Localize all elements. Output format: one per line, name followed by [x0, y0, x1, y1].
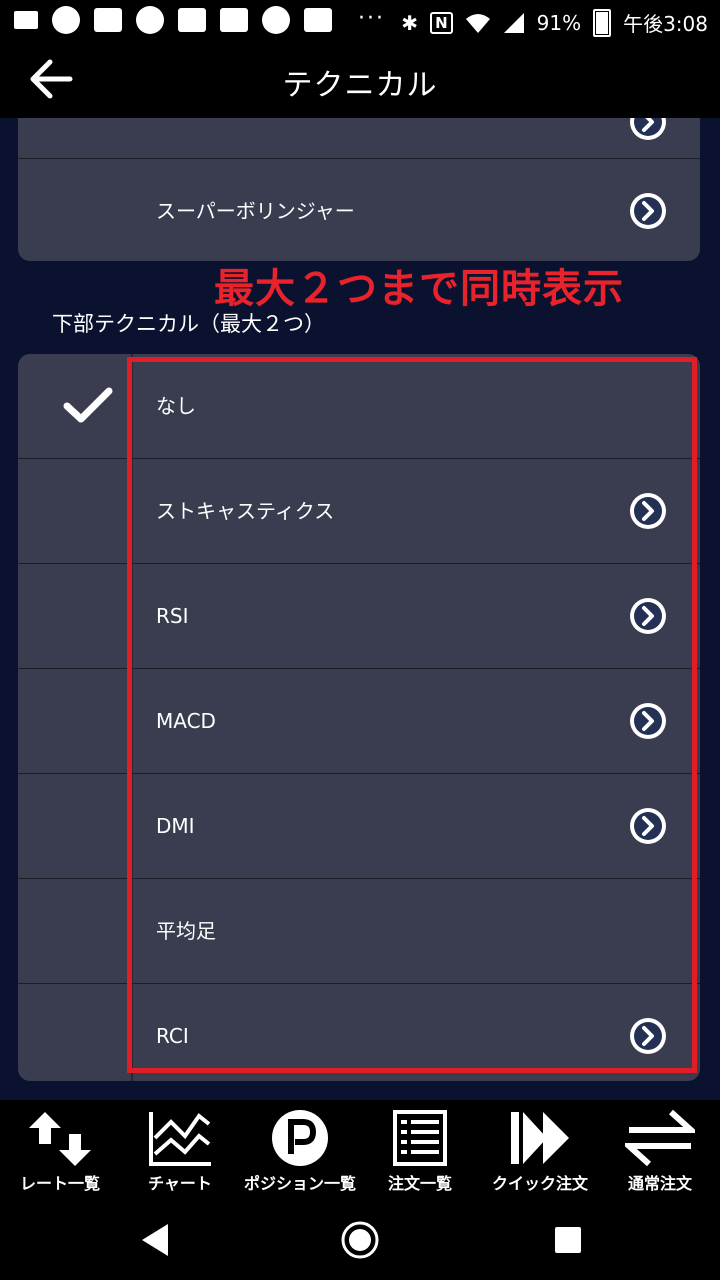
order-list-icon [393, 1110, 447, 1166]
list-item-label: MACD [156, 709, 216, 733]
nav-recents-icon[interactable] [555, 1227, 581, 1253]
chart-icon [149, 1112, 211, 1166]
tab-normal-order[interactable]: 通常注文 [600, 1100, 720, 1200]
list-item-rci[interactable]: RCI [18, 984, 700, 1081]
notification-icons [14, 6, 332, 34]
chevron-right-icon[interactable] [628, 491, 668, 531]
battery-percent: 91% [536, 10, 582, 35]
notification-icon [136, 6, 164, 34]
list-item-stochastics[interactable]: ストキャスティクス [18, 459, 700, 564]
tab-label: レート一覧 [19, 1174, 100, 1193]
system-nav-bar [0, 1200, 720, 1280]
tab-rate-list[interactable]: レート一覧 [0, 1100, 120, 1200]
lower-technical-card: なし ストキャスティクス RSI MACD DMI 平均足 RCI [18, 354, 700, 1081]
tab-label: チャート [148, 1174, 212, 1193]
list-item-label: スーパーボリンジャー [156, 199, 355, 223]
checkmark-icon [63, 387, 113, 423]
tab-position-list[interactable]: ポジション一覧 [240, 1100, 360, 1200]
gmail-icon [220, 8, 248, 32]
signal-icon [503, 12, 524, 33]
chevron-right-icon[interactable] [628, 596, 668, 636]
position-p-icon [272, 1110, 328, 1166]
notification-icon [94, 8, 122, 32]
app-bar: テクニカル [0, 40, 720, 118]
list-item-rsi[interactable]: RSI [18, 564, 700, 669]
list-item-label: 平均足 [156, 919, 216, 943]
clock: 午後3:08 [623, 12, 708, 36]
tab-label: 通常注文 [627, 1174, 692, 1193]
list-item-label: ストキャスティクス [156, 499, 335, 523]
upper-technical-card: スーパーボリンジャー [18, 118, 700, 261]
list-item-label: なし [156, 394, 196, 418]
tab-quick-order[interactable]: クイック注文 [480, 1100, 600, 1200]
nav-back-icon[interactable] [140, 1222, 170, 1258]
bluetooth-icon: ✱ [401, 10, 419, 35]
technical-settings-list[interactable]: スーパーボリンジャー 最大２つまで同時表示 下部テクニカル（最大２つ） なし ス… [0, 118, 720, 1100]
swap-icon [625, 1109, 695, 1167]
list-item-heikin-ashi[interactable]: 平均足 [18, 879, 700, 984]
page-title: テクニカル [282, 68, 438, 103]
list-item-none[interactable]: なし [18, 354, 700, 459]
max-two-notice: 最大２つまで同時表示 [214, 266, 624, 312]
tab-label: クイック注文 [491, 1174, 588, 1193]
list-item-label: RCI [156, 1024, 189, 1048]
fast-forward-icon [511, 1112, 569, 1164]
list-item-label: RSI [156, 604, 189, 628]
dnd-icon [262, 6, 290, 34]
list-item-dmi[interactable]: DMI [18, 774, 700, 879]
nav-home-icon[interactable] [340, 1220, 380, 1260]
list-item-partial[interactable] [18, 118, 700, 159]
tab-chart[interactable]: チャート [120, 1100, 240, 1200]
notification-icon [178, 8, 206, 32]
chevron-right-icon[interactable] [628, 118, 668, 142]
tab-label: 注文一覧 [387, 1174, 452, 1193]
status-bar: ··· ✱ N 91% 午後3:08 [0, 0, 720, 40]
chevron-right-icon[interactable] [628, 1016, 668, 1056]
bottom-tab-bar: レート一覧 チャート ポジション一覧 注文一覧 クイック注文 通常注文 [0, 1100, 720, 1200]
nfc-icon: N [430, 11, 453, 34]
notification-icon [52, 6, 80, 34]
status-right: ✱ N 91% 午後3:08 [401, 8, 708, 37]
battery-icon [593, 8, 612, 37]
up-down-arrows-icon [29, 1112, 91, 1166]
list-item-super-bollinger[interactable]: スーパーボリンジャー [18, 159, 700, 261]
tab-order-list[interactable]: 注文一覧 [360, 1100, 480, 1200]
notification-icon [304, 8, 332, 32]
chevron-right-icon[interactable] [628, 191, 668, 231]
list-item-macd[interactable]: MACD [18, 669, 700, 774]
chevron-right-icon[interactable] [628, 806, 668, 846]
tab-label: ポジション一覧 [243, 1174, 356, 1193]
section-label-lower-technical: 下部テクニカル（最大２つ） [52, 312, 325, 336]
more-notifications: ··· [358, 6, 385, 31]
wifi-icon [465, 13, 490, 33]
chevron-right-icon[interactable] [628, 701, 668, 741]
list-item-label: DMI [156, 814, 195, 838]
notification-icon [14, 11, 38, 29]
